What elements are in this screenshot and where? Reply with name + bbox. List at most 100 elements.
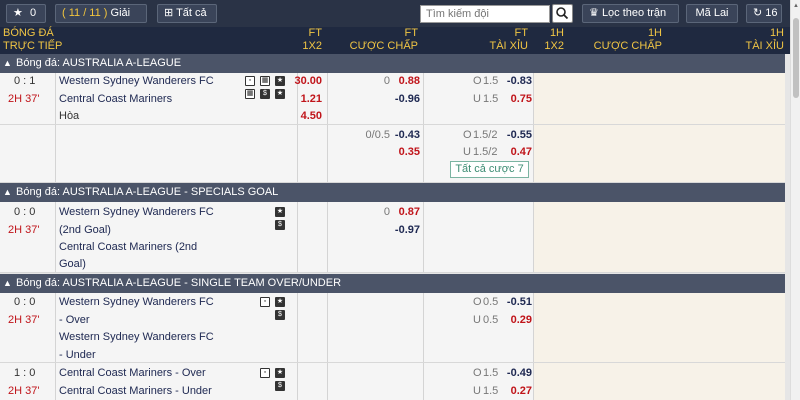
h1-ou-top: 1H bbox=[769, 27, 784, 39]
star-icon[interactable]: ★ bbox=[275, 76, 285, 86]
search-button[interactable] bbox=[552, 4, 573, 23]
alt-ou-over-tag: O bbox=[463, 129, 472, 141]
team-under: Central Coast Mariners - Under bbox=[59, 385, 212, 397]
odds-alt-ou-over[interactable]: -0.55 bbox=[500, 128, 532, 142]
search-input[interactable] bbox=[420, 5, 550, 23]
match-time: 2H 37' bbox=[8, 224, 40, 236]
ou-over-line: 1.5 bbox=[483, 367, 499, 379]
league-header[interactable]: ▲ Bóng đá: AUSTRALIA A-LEAGUE - SINGLE T… bbox=[0, 274, 785, 293]
match-time: 2H 37' bbox=[8, 385, 40, 397]
ou-over-tag: O bbox=[473, 75, 482, 87]
hdp-line: 0 bbox=[383, 206, 390, 218]
h1-1x2-bottom: 1X2 bbox=[544, 40, 564, 52]
star-icon[interactable]: ★ bbox=[275, 297, 285, 307]
home-team-line1: Western Sydney Wanderers FC bbox=[59, 206, 214, 218]
odds-hdp-away[interactable]: -0.96 bbox=[388, 92, 420, 106]
favorites-count: 0 bbox=[29, 7, 37, 19]
odds-type-button[interactable]: Mã Lai bbox=[686, 4, 738, 23]
ou-over-line: 1.5 bbox=[483, 75, 499, 87]
odds-ou-over[interactable]: -0.83 bbox=[500, 74, 532, 88]
alt-ou-under-tag: U bbox=[463, 146, 471, 158]
team-under-line2: - Under bbox=[59, 349, 96, 361]
odds-hdp-away[interactable]: -0.97 bbox=[388, 223, 420, 237]
match-score: 0 : 0 bbox=[14, 206, 36, 218]
ft-1x2-top: FT bbox=[308, 27, 322, 39]
chevron-up-icon: ▲ bbox=[3, 187, 12, 197]
tv-icon[interactable]: ▫ bbox=[260, 297, 270, 307]
search-icon bbox=[556, 7, 569, 20]
odds-alt-hdp-away[interactable]: 0.35 bbox=[392, 145, 420, 159]
all-button[interactable]: ⊞ Tất cả bbox=[157, 4, 217, 23]
cash-out-icon[interactable]: $ bbox=[275, 310, 285, 320]
away-team: Central Coast Mariners bbox=[59, 93, 173, 105]
odds-hdp-home[interactable]: 0.87 bbox=[392, 205, 420, 219]
star-icon[interactable]: ★ bbox=[275, 89, 285, 99]
league-title: Bóng đá: AUSTRALIA A-LEAGUE bbox=[16, 57, 182, 69]
chevron-up-icon: ▲ bbox=[3, 58, 12, 68]
refresh-count: 16 bbox=[765, 7, 778, 19]
ou-over-line: 0.5 bbox=[483, 296, 499, 308]
league-header[interactable]: ▲ Bóng đá: AUSTRALIA A-LEAGUE bbox=[0, 54, 785, 73]
draw-label: Hòa bbox=[59, 110, 80, 122]
league-header[interactable]: ▲ Bóng đá: AUSTRALIA A-LEAGUE - SPECIALS… bbox=[0, 183, 785, 202]
star-icon[interactable]: ★ bbox=[275, 368, 285, 378]
favorites-button[interactable]: ★ 0 bbox=[6, 4, 46, 23]
match-time: 2H 37' bbox=[8, 93, 40, 105]
odds-ou-under[interactable]: 0.75 bbox=[500, 92, 532, 106]
cash-out-icon[interactable]: $ bbox=[260, 89, 270, 99]
h1-1x2-top: 1H bbox=[549, 27, 564, 39]
ou-under-line: 1.5 bbox=[483, 93, 499, 105]
vertical-scrollbar[interactable]: ▲ bbox=[790, 0, 800, 400]
odds-1x2-draw[interactable]: 4.50 bbox=[288, 109, 322, 123]
odds-alt-hdp-home[interactable]: -0.43 bbox=[388, 128, 420, 142]
odds-1x2-home[interactable]: 30.00 bbox=[288, 74, 322, 88]
odds-1x2-away[interactable]: 1.21 bbox=[288, 92, 322, 106]
odds-ou-over[interactable]: -0.51 bbox=[500, 295, 532, 309]
ou-over-tag: O bbox=[473, 296, 482, 308]
odds-ou-under[interactable]: 0.29 bbox=[500, 313, 532, 327]
alt-hdp-line: 0/0.5 bbox=[365, 129, 390, 141]
home-team: Western Sydney Wanderers FC bbox=[59, 75, 214, 87]
league-title: Bóng đá: AUSTRALIA A-LEAGUE - SPECIALS G… bbox=[16, 186, 279, 198]
match-row: 0 : 0 2H 37' Western Sydney Wanderers FC… bbox=[0, 202, 785, 273]
league-title: Bóng đá: AUSTRALIA A-LEAGUE - SINGLE TEA… bbox=[16, 277, 342, 289]
odds-hdp-home[interactable]: 0.88 bbox=[392, 74, 420, 88]
all-bets-button[interactable]: Tất cả cược 7 bbox=[450, 161, 529, 178]
odds-ou-over[interactable]: -0.49 bbox=[500, 366, 532, 380]
ou-under-tag: U bbox=[473, 314, 481, 326]
stats-icon[interactable]: ▦ bbox=[245, 89, 255, 99]
page-indicator: ( 11 / 11 ) bbox=[62, 7, 108, 19]
cash-out-icon[interactable]: $ bbox=[275, 381, 285, 391]
ft-ou-bottom: TÀI XỈU bbox=[489, 40, 528, 52]
stats-icon[interactable]: ▦ bbox=[260, 76, 270, 86]
cash-out-icon[interactable]: $ bbox=[275, 220, 285, 230]
match-time: 2H 37' bbox=[8, 314, 40, 326]
match-row: 0 : 0 2H 37' Western Sydney Wanderers FC… bbox=[0, 293, 785, 363]
sport-label: BÓNG ĐÁ bbox=[3, 27, 54, 39]
tv-icon[interactable]: ▫ bbox=[245, 76, 255, 86]
trophy-icon: ♛ bbox=[589, 7, 599, 19]
league-select-button[interactable]: ( 11 / 11 ) Giải bbox=[55, 4, 147, 23]
plus-box-icon: ⊞ bbox=[164, 7, 174, 19]
home-team-line2: (2nd Goal) bbox=[59, 224, 111, 236]
odds-ou-under[interactable]: 0.27 bbox=[500, 384, 532, 398]
filter-match-button[interactable]: ♛ Lọc theo trận bbox=[582, 4, 679, 23]
all-label: Tất cả bbox=[176, 7, 207, 19]
league-select-label: Giải bbox=[110, 7, 131, 19]
refresh-button[interactable]: ↻ 16 bbox=[746, 4, 782, 23]
refresh-icon: ↻ bbox=[753, 7, 763, 19]
ou-over-tag: O bbox=[473, 367, 482, 379]
ou-under-line: 0.5 bbox=[483, 314, 499, 326]
scroll-up-icon[interactable]: ▲ bbox=[793, 3, 799, 9]
match-row: 1 : 0 2H 37' Central Coast Mariners - Ov… bbox=[0, 363, 785, 400]
odds-alt-ou-under[interactable]: 0.47 bbox=[500, 145, 532, 159]
star-icon: ★ bbox=[13, 7, 23, 19]
ft-hdp-bottom: CƯỢC CHẤP bbox=[349, 40, 418, 52]
ou-under-tag: U bbox=[473, 385, 481, 397]
scrollbar-thumb[interactable] bbox=[793, 18, 799, 98]
away-team-line1: Central Coast Mariners (2nd bbox=[59, 241, 198, 253]
tv-icon[interactable]: ▫ bbox=[260, 368, 270, 378]
chevron-up-icon: ▲ bbox=[3, 278, 12, 288]
star-icon[interactable]: ★ bbox=[275, 207, 285, 217]
match-row: 0 : 1 2H 37' Western Sydney Wanderers FC… bbox=[0, 73, 785, 125]
